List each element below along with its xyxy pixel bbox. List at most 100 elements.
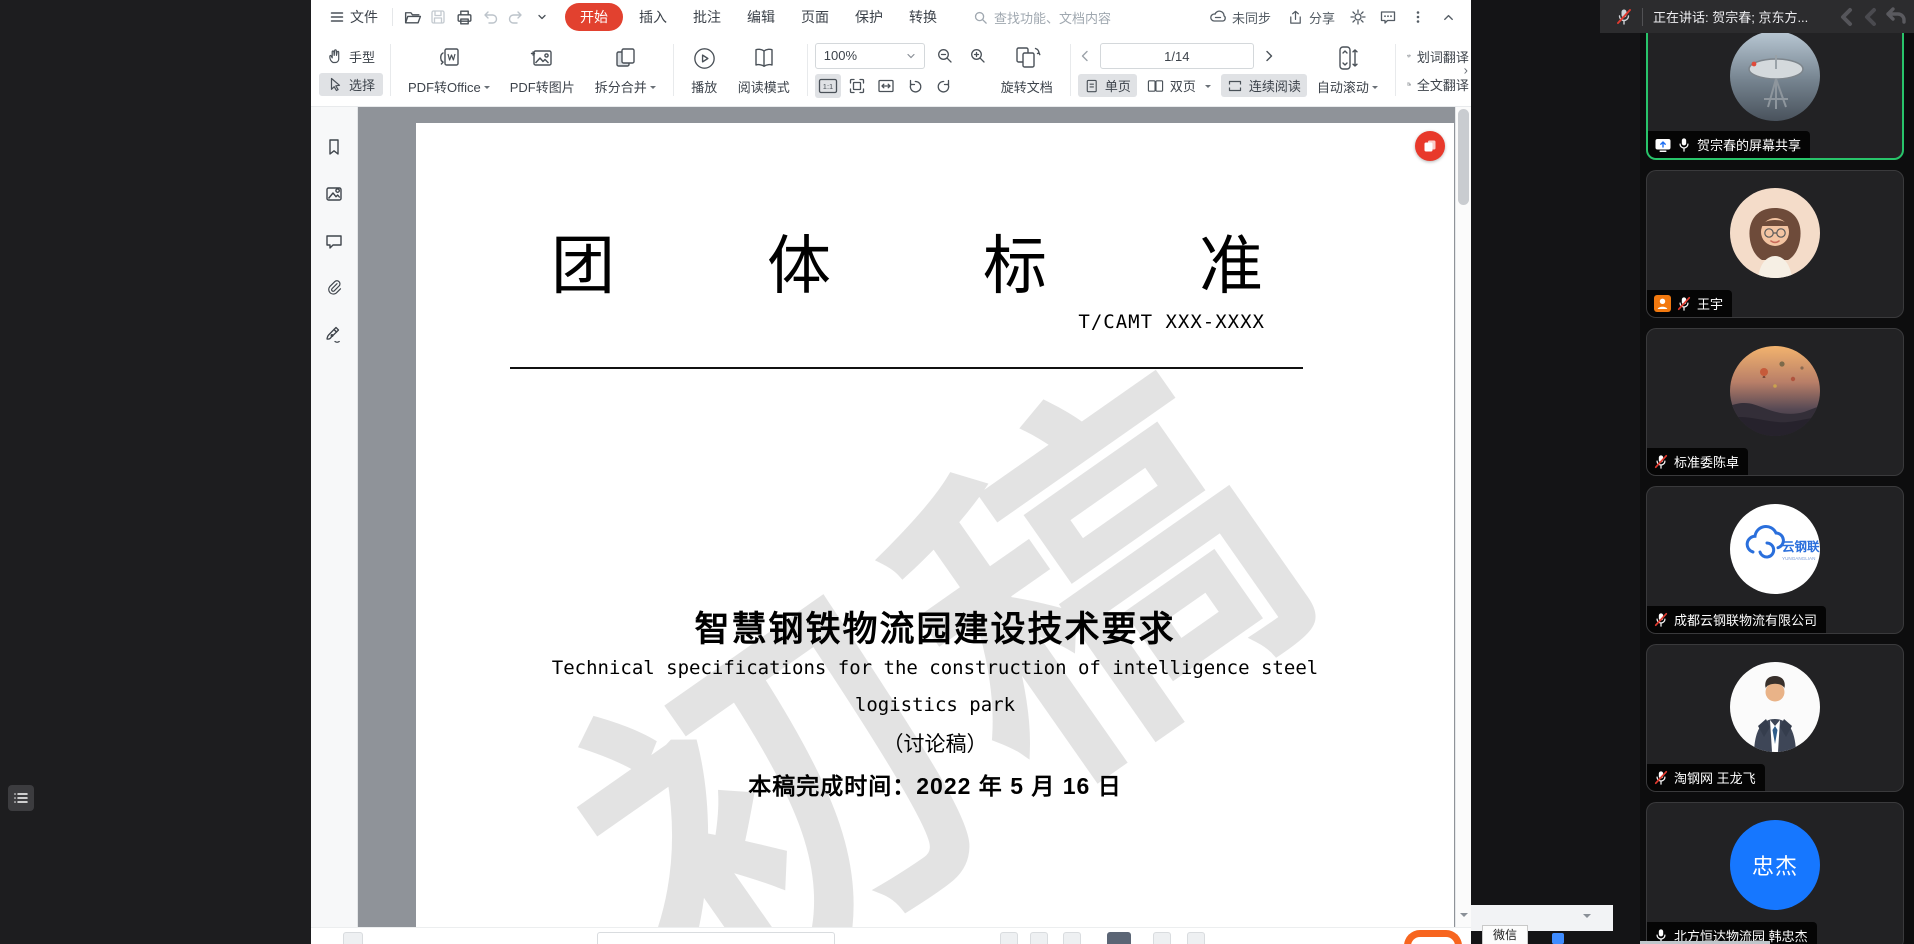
banner-arrows (1836, 6, 1914, 28)
select-tool-button[interactable]: 选择 (319, 73, 383, 96)
single-page-view-button[interactable]: 单页 (1078, 74, 1137, 97)
hand-tool-button[interactable]: 手型 (319, 45, 383, 68)
comment-icon[interactable] (324, 231, 344, 251)
next-page-chevron-icon[interactable] (1262, 49, 1276, 63)
double-page-label: 双页 (1170, 76, 1196, 95)
return-arrow-icon[interactable] (1884, 6, 1908, 28)
participant-tile[interactable]: 忠杰 北方恒达物流园 韩忠杰 (1646, 802, 1904, 944)
status-control[interactable] (1153, 932, 1171, 944)
zoom-level-dropdown[interactable]: 100% (815, 43, 925, 69)
open-file-button[interactable] (399, 5, 425, 29)
tab-protect[interactable]: 保护 (845, 3, 893, 31)
tab-comment[interactable]: 批注 (683, 3, 731, 31)
status-control[interactable] (1107, 932, 1131, 944)
search-input[interactable]: 查找功能、文档内容 (973, 8, 1143, 27)
feedback-chat-icon[interactable] (1375, 5, 1401, 29)
scrollbar-thumb[interactable] (1458, 109, 1469, 205)
pdf-to-image-icon (528, 44, 556, 72)
status-control[interactable] (1030, 932, 1048, 944)
read-mode-button[interactable]: 阅读模式 (728, 34, 800, 106)
separator (392, 8, 393, 26)
zoom-out-button[interactable] (932, 44, 958, 68)
status-control[interactable] (1000, 932, 1018, 944)
full-translate-button[interactable]: 全文翻译 (1403, 73, 1471, 96)
scrollbar-down-arrow-icon[interactable] (1460, 913, 1468, 921)
actual-size-button[interactable]: 1:1 (815, 74, 841, 98)
zoom-in-button[interactable] (965, 44, 991, 68)
double-page-view-button[interactable]: 双页 (1141, 74, 1217, 97)
print-button[interactable] (451, 5, 477, 29)
avatar: 云钢联 YUNGANGLIAN (1730, 504, 1820, 594)
previous-page-chevron-icon[interactable] (1078, 49, 1092, 63)
auto-scroll-button[interactable]: 自动滚动 (1307, 34, 1388, 106)
fit-width-button[interactable] (873, 74, 899, 98)
chevron-left-icon[interactable] (1860, 6, 1882, 28)
draft-label: （讨论稿） (416, 728, 1454, 758)
tab-convert[interactable]: 转换 (899, 3, 947, 31)
participant-label: 王宇 (1647, 290, 1732, 317)
desktop-left-strip (0, 0, 311, 944)
thumbnail-panel-toggle-icon[interactable] (8, 785, 34, 811)
chevron-left-icon[interactable] (1836, 6, 1858, 28)
wps-pdf-window: 文件 开始 插入 批注 编辑 页面 保护 转换 查找功能、文档内容 (311, 0, 1471, 944)
collapse-toolbar-chevron-icon[interactable] (1435, 5, 1461, 29)
vertical-scrollbar[interactable] (1455, 107, 1471, 927)
image-icon[interactable] (324, 184, 344, 204)
tab-edit[interactable]: 编辑 (737, 3, 785, 31)
undo-button[interactable] (477, 5, 503, 29)
fit-page-button[interactable] (844, 74, 870, 98)
rotate-ccw-button[interactable] (902, 74, 928, 98)
more-options-kebab-icon[interactable] (1405, 5, 1431, 29)
status-search-box[interactable] (597, 932, 835, 944)
tab-page[interactable]: 页面 (791, 3, 839, 31)
attachment-paperclip-icon[interactable] (324, 278, 344, 298)
quick-access-dropdown-icon[interactable] (529, 5, 555, 29)
separator (1642, 8, 1643, 26)
signature-pen-icon[interactable] (324, 325, 344, 345)
save-button[interactable] (425, 5, 451, 29)
continuous-reading-icon (1227, 78, 1243, 94)
book-icon (750, 44, 778, 72)
participant-tile[interactable]: 贺宗春的屏幕共享 (1646, 12, 1904, 160)
zoom-level-value: 100% (824, 48, 857, 63)
split-merge-button[interactable]: 拆分合并 (585, 34, 666, 106)
participant-tile[interactable]: 淘钢网 王龙飞 (1646, 644, 1904, 792)
word-translate-button[interactable]: 划词翻译 (1403, 45, 1471, 68)
search-placeholder: 查找功能、文档内容 (994, 8, 1111, 27)
document-title-cn: 智慧钢铁物流园建设技术要求 (416, 601, 1454, 652)
split-merge-label: 拆分合并 (595, 77, 647, 96)
share-icon (1287, 9, 1304, 26)
participant-tile[interactable]: 云钢联 YUNGANGLIAN 成都云钢联物流有限公司 (1646, 486, 1904, 634)
document-viewport[interactable]: 初稿 团 体 标 准 T/CAMT XXX-XXXX 智慧钢铁物流园建设技术要求… (358, 107, 1455, 927)
file-menu-button[interactable]: 文件 (321, 7, 386, 27)
share-button[interactable]: 分享 (1281, 8, 1341, 27)
status-control[interactable] (1187, 932, 1205, 944)
participant-label: 成都云钢联物流有限公司 (1647, 606, 1826, 633)
tab-home[interactable]: 开始 (565, 3, 623, 31)
rotate-cw-button[interactable] (931, 74, 957, 98)
menubar-right-cluster: 未同步 分享 (1203, 5, 1461, 29)
page-number-input[interactable]: 1/14 (1100, 43, 1254, 69)
header-rule (510, 367, 1303, 369)
participant-label: 标准委陈卓 (1647, 448, 1748, 475)
word-translate-label: 划词翻译 (1417, 47, 1469, 66)
participant-name: 淘钢网 王龙飞 (1674, 768, 1756, 787)
wps-pdf-float-badge[interactable] (1415, 131, 1445, 161)
pdf-to-image-button[interactable]: PDF转图片 (500, 34, 585, 106)
logo-subtext: YUNGANGLIAN (1782, 556, 1815, 561)
play-button[interactable]: 播放 (681, 34, 728, 106)
pdf-to-office-button[interactable]: PDF转Office (398, 34, 500, 106)
participant-tile[interactable]: 王宇 (1646, 170, 1904, 318)
participant-tile[interactable]: 标准委陈卓 (1646, 328, 1904, 476)
bookmark-icon[interactable] (324, 137, 344, 157)
mic-muted-icon[interactable] (1616, 8, 1632, 25)
rotate-document-button[interactable]: 旋转文档 (991, 34, 1063, 106)
settings-gear-icon[interactable] (1345, 5, 1371, 29)
redo-button[interactable] (503, 5, 529, 29)
sync-status-button[interactable]: 未同步 (1203, 8, 1277, 27)
tab-insert[interactable]: 插入 (629, 3, 677, 31)
toolbar-overflow-expander[interactable]: › (1464, 63, 1468, 78)
status-control[interactable] (1063, 932, 1081, 944)
status-control[interactable] (343, 932, 363, 944)
continuous-reading-button[interactable]: 连续阅读 (1221, 74, 1307, 97)
